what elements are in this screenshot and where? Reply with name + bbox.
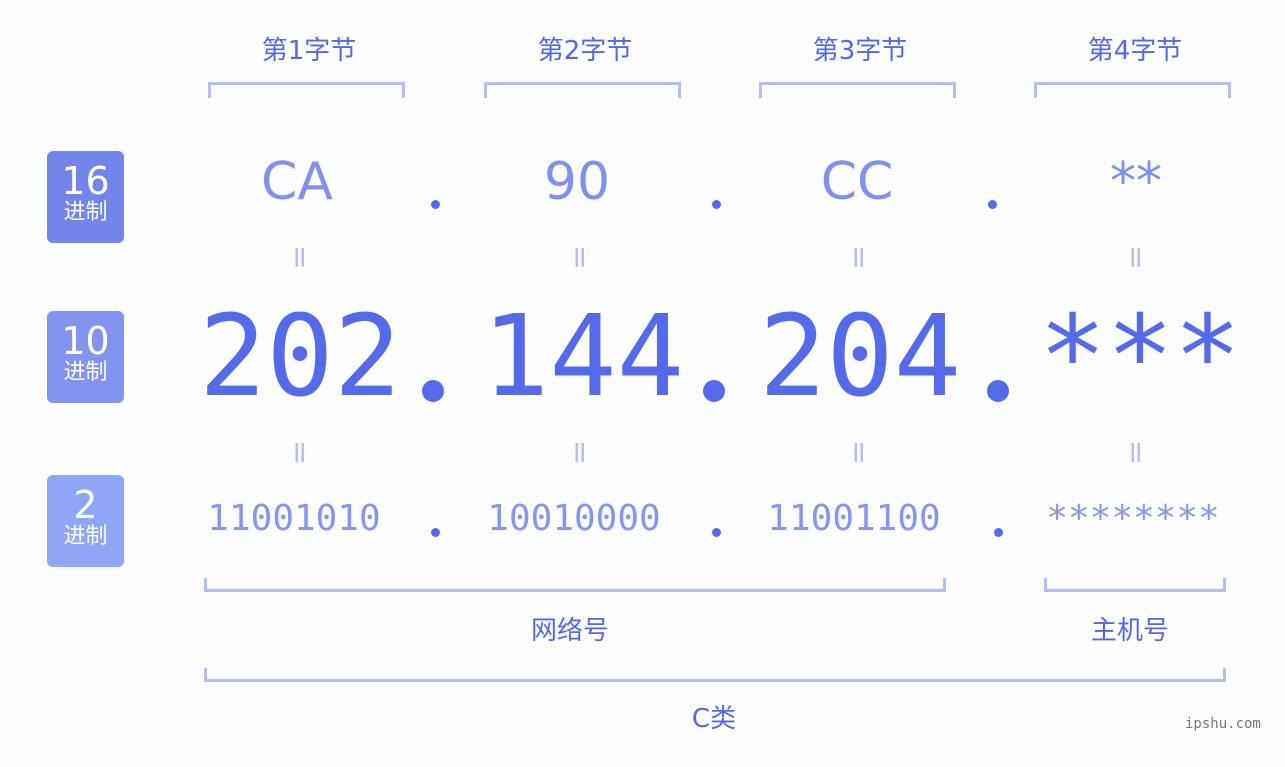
- class-label: C类: [691, 704, 737, 734]
- binary-badge: 2 进制: [47, 475, 124, 567]
- network-bracket: [204, 578, 946, 592]
- byte-1-bracket: [208, 82, 405, 98]
- watermark: ipshu.com: [1185, 716, 1261, 732]
- binary-dot-2: [712, 528, 721, 537]
- binary-byte-2: 10010000: [487, 498, 661, 539]
- byte-4-header: 第4字节: [1087, 36, 1183, 66]
- hex-badge-unit: 进制: [63, 200, 108, 225]
- decimal-dot-3: [987, 380, 1009, 402]
- binary-dot-1: [431, 528, 440, 537]
- byte-4-bracket: [1034, 82, 1231, 98]
- binary-badge-unit: 进制: [63, 524, 108, 549]
- byte-2-bracket: [484, 82, 681, 98]
- decimal-badge-unit: 进制: [63, 360, 108, 385]
- host-bracket: [1044, 578, 1226, 592]
- binary-byte-3: 11001100: [767, 498, 941, 539]
- hex-dot-2: [712, 200, 721, 209]
- byte-3-header: 第3字节: [812, 36, 908, 66]
- binary-byte-4: ********: [1046, 498, 1220, 539]
- decimal-badge-number: 10: [61, 319, 110, 363]
- byte-1-header: 第1字节: [261, 36, 357, 66]
- hex-badge: 16 进制: [47, 151, 124, 243]
- class-bracket: [204, 668, 1226, 682]
- binary-badge-number: 2: [73, 483, 98, 527]
- byte-2-header: 第2字节: [537, 36, 633, 66]
- hex-dot-3: [988, 200, 997, 209]
- decimal-badge: 10 进制: [47, 311, 124, 403]
- hex-dot-1: [431, 200, 440, 209]
- decimal-dot-1: [422, 380, 444, 402]
- hex-badge-number: 16: [61, 159, 110, 203]
- decimal-dot-2: [703, 380, 725, 402]
- binary-dot-3: [994, 528, 1003, 537]
- network-label: 网络号: [530, 616, 609, 646]
- host-label: 主机号: [1090, 616, 1169, 646]
- byte-3-bracket: [759, 82, 956, 98]
- binary-byte-1: 11001010: [207, 498, 381, 539]
